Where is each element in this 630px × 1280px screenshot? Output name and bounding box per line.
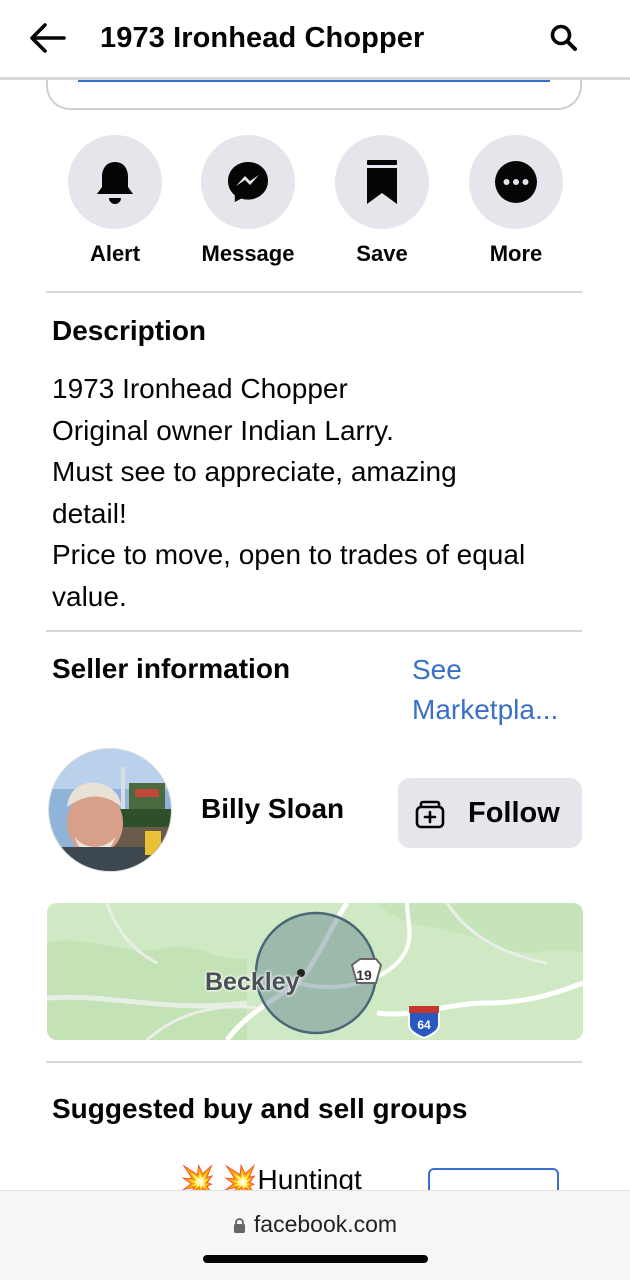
save-label: Save <box>356 241 408 266</box>
map-graphic: 19 64 <box>47 903 583 1040</box>
messenger-icon <box>228 162 268 202</box>
suggested-groups-heading: Suggested buy and sell groups <box>52 1093 468 1124</box>
group-list-item[interactable]: 💥 💥Huntingt <box>0 1160 630 1190</box>
join-group-button[interactable] <box>428 1168 559 1190</box>
seller-avatar[interactable] <box>48 748 172 872</box>
seller-info-heading: Seller information <box>52 653 291 684</box>
follow-button[interactable]: Follow <box>398 778 582 848</box>
follow-label: Follow <box>468 797 560 829</box>
url-text: facebook.com <box>253 1211 398 1237</box>
page-title: 1973 Ironhead Chopper <box>100 22 425 54</box>
back-button[interactable] <box>26 18 70 58</box>
more-dots-icon <box>495 161 537 203</box>
message-button[interactable]: Message <box>188 135 308 269</box>
bookmark-icon <box>367 160 397 204</box>
description-line: Price to move, open to trades of equal <box>52 539 526 570</box>
description-line: Must see to appreciate, amazing <box>52 456 457 487</box>
alert-label: Alert <box>89 241 141 266</box>
seller-photo <box>49 749 171 871</box>
alert-button[interactable]: Alert <box>55 135 175 269</box>
more-label: More <box>489 241 543 266</box>
group-name: 💥 💥Huntingt <box>180 1164 362 1190</box>
send-button-edge <box>78 80 550 82</box>
description-line: Original owner Indian Larry. <box>52 414 394 446</box>
bell-icon <box>97 162 133 204</box>
divider <box>46 630 582 632</box>
interstate-label: 64 <box>417 1018 431 1032</box>
arrow-left-icon <box>30 23 66 53</box>
listing-actions: Alert Message Save More <box>48 135 582 275</box>
map-place-label: Beckley <box>205 968 300 996</box>
description-line: detail! <box>52 497 127 529</box>
location-map[interactable]: 19 64 Beckley <box>47 903 583 1040</box>
description-text: 1973 Ironhead Chopper Original owner Ind… <box>52 368 597 617</box>
description-heading: Description <box>52 315 207 346</box>
top-app-bar: 1973 Ironhead Chopper <box>0 0 630 80</box>
home-indicator[interactable] <box>203 1255 428 1263</box>
search-button[interactable] <box>548 22 580 54</box>
search-icon <box>550 24 577 51</box>
url-display[interactable]: facebook.com <box>0 1209 630 1239</box>
divider <box>46 1061 582 1063</box>
divider <box>46 291 582 293</box>
follow-icon <box>415 800 445 829</box>
description-line: 1973 Ironhead Chopper <box>52 373 348 404</box>
us-route-label: 19 <box>356 967 372 983</box>
see-link-text: See <box>412 654 462 685</box>
seller-name[interactable]: Billy Sloan <box>201 790 344 828</box>
see-marketplace-profile-link[interactable]: See Marketpla... <box>412 650 602 730</box>
see-link-text: Marketpla... <box>412 694 559 725</box>
lock-icon <box>233 1218 245 1233</box>
description-line: value. <box>52 580 127 612</box>
save-button[interactable]: Save <box>322 135 442 269</box>
more-button[interactable]: More <box>456 135 576 269</box>
message-label: Message <box>201 241 295 266</box>
browser-address-bar[interactable]: facebook.com <box>0 1190 630 1280</box>
